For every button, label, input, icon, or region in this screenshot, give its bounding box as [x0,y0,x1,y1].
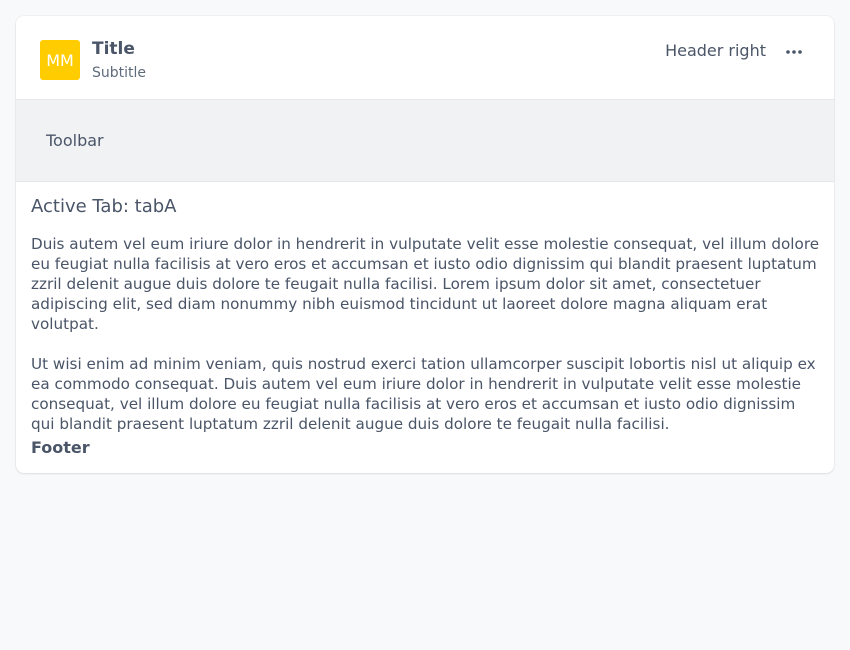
content-paragraph: Ut wisi enim ad minim veniam, quis nostr… [31,355,816,433]
avatar: MM [40,40,80,80]
card: MM Title Subtitle Header right Toolbar A… [16,16,834,473]
more-horizontal-icon [786,50,802,54]
active-tab-prefix: Active Tab: [31,196,135,217]
avatar-initials: MM [46,50,74,70]
card-header: MM Title Subtitle Header right [16,16,834,100]
card-subtitle: Subtitle [92,65,147,81]
toolbar-label: Toolbar [46,131,104,150]
more-options-button[interactable] [778,40,810,64]
active-tab-heading: Active Tab: tabA [31,194,821,220]
card-content: Active Tab: tabA Duis autem vel eum iriu… [31,194,821,454]
card-footer: Footer [31,438,90,457]
content-paragraph: Duis autem vel eum iriure dolor in hendr… [31,235,820,333]
toolbar: Toolbar [16,100,834,182]
active-tab-value: tabA [134,196,177,217]
header-right-text: Header right [665,41,766,60]
card-title: Title [92,39,135,59]
